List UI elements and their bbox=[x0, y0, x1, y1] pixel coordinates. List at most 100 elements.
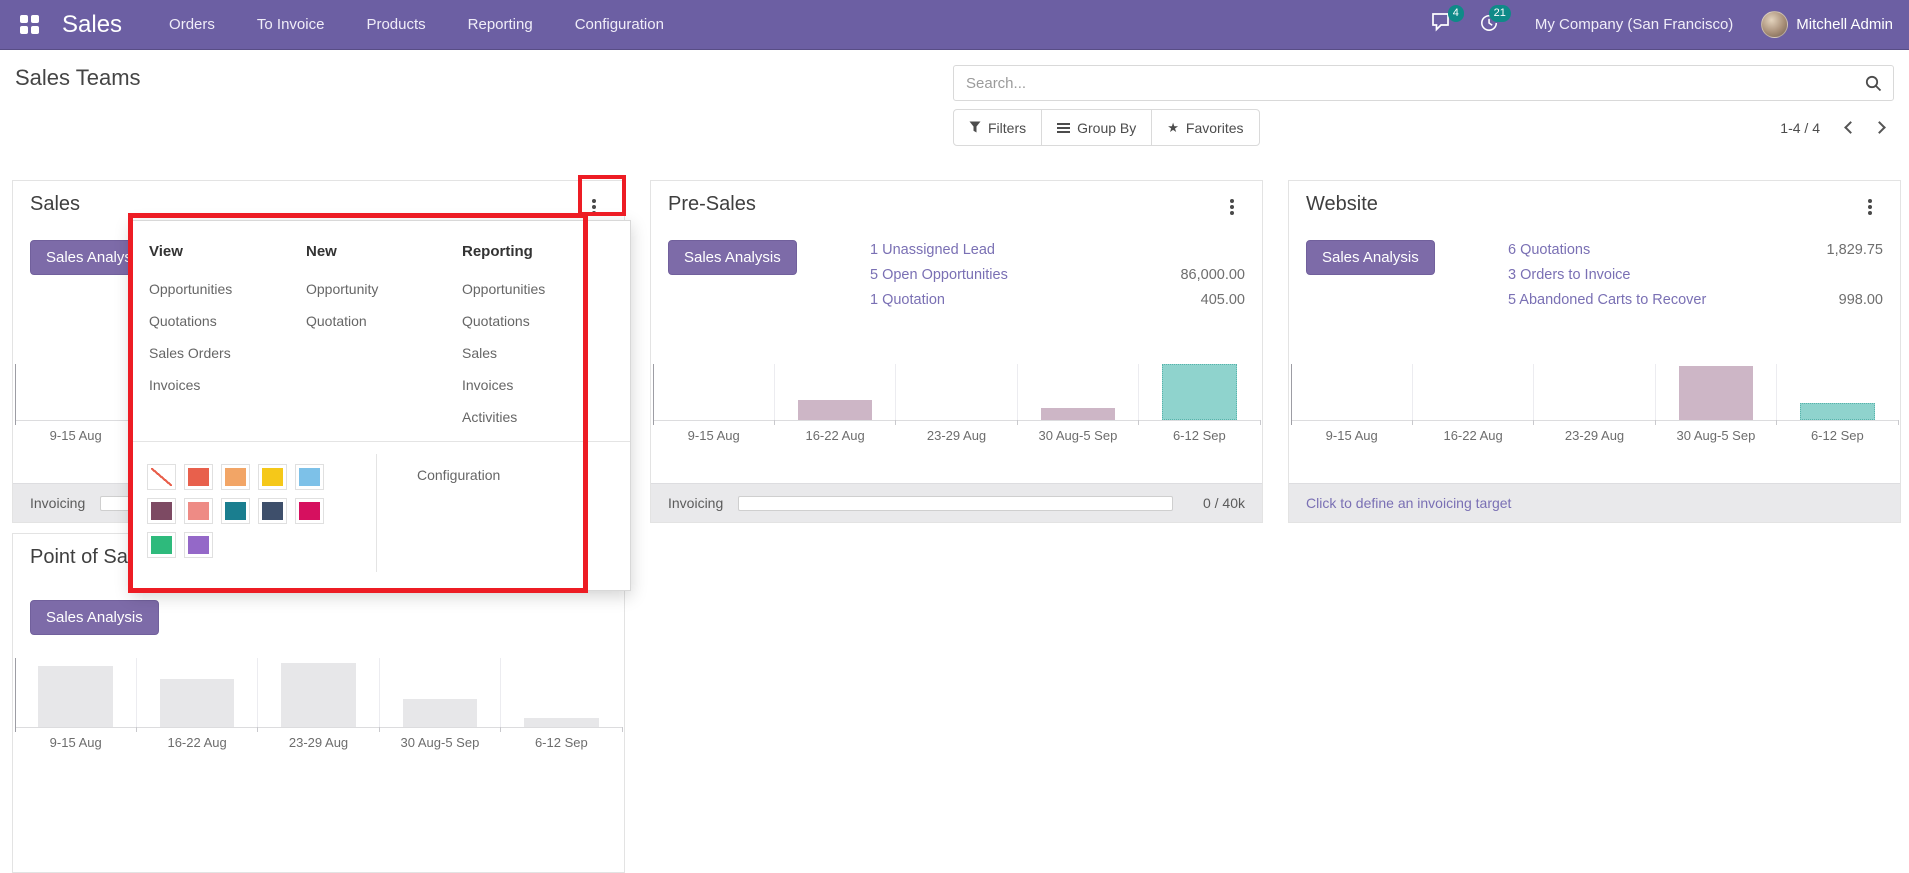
menu-to-invoice[interactable]: To Invoice bbox=[236, 0, 346, 50]
chart-column[interactable] bbox=[258, 658, 380, 732]
chart-column[interactable] bbox=[1291, 364, 1413, 425]
chart-column[interactable] bbox=[1018, 364, 1140, 425]
chart-column[interactable] bbox=[775, 364, 897, 425]
color-swatch-navy[interactable] bbox=[258, 498, 287, 524]
chart-bar bbox=[1800, 403, 1876, 420]
menu-item-reporting-opportunities[interactable]: Opportunities bbox=[462, 273, 612, 305]
pager-previous-button[interactable] bbox=[1836, 115, 1865, 140]
menu-item-new-opportunity[interactable]: Opportunity bbox=[306, 273, 456, 305]
chart-column[interactable] bbox=[501, 658, 623, 732]
menu-column-new: New Opportunity Quotation bbox=[306, 243, 456, 337]
chart-week-label: 23-29 Aug bbox=[288, 735, 349, 750]
sales-analysis-button[interactable]: Sales Analysis bbox=[30, 600, 159, 635]
chart-week-label: 6-12 Sep bbox=[1172, 428, 1226, 443]
apps-grid-icon[interactable] bbox=[20, 14, 40, 35]
user-menu[interactable]: Mitchell Admin bbox=[1761, 11, 1893, 38]
abandoned-carts-link[interactable]: 5 Abandoned Carts to Recover bbox=[1508, 292, 1706, 308]
swatch-fill bbox=[188, 468, 209, 486]
pos-weekly-chart: 9-15 Aug 16-22 Aug 23-29 Aug 30 Aug-5 Sep 6-… bbox=[15, 658, 623, 750]
chart-column[interactable] bbox=[15, 364, 137, 425]
card-menu-kebab-icon[interactable] bbox=[584, 193, 604, 221]
chart-column[interactable] bbox=[653, 364, 775, 425]
menu-item-new-quotation[interactable]: Quotation bbox=[306, 305, 456, 337]
open-opportunities-link[interactable]: 5 Open Opportunities bbox=[870, 267, 1008, 283]
quotations-link[interactable]: 1 Quotation bbox=[870, 292, 945, 308]
menu-item-configuration[interactable]: Configuration bbox=[417, 467, 500, 483]
menu-item-reporting-sales[interactable]: Sales bbox=[462, 337, 612, 369]
quotations-link[interactable]: 6 Quotations bbox=[1508, 242, 1590, 258]
filters-button[interactable]: Filters bbox=[953, 109, 1043, 146]
app-title[interactable]: Sales bbox=[62, 11, 122, 39]
chart-column[interactable] bbox=[1656, 364, 1778, 425]
chart-column[interactable] bbox=[1777, 364, 1899, 425]
chart-column[interactable] bbox=[1413, 364, 1535, 425]
menu-item-view-quotations[interactable]: Quotations bbox=[149, 305, 299, 337]
color-swatch-salmon[interactable] bbox=[184, 498, 213, 524]
chart-column[interactable] bbox=[1139, 364, 1261, 425]
menu-item-view-opportunities[interactable]: Opportunities bbox=[149, 273, 299, 305]
messages-button[interactable]: 4 bbox=[1419, 4, 1466, 43]
color-swatch-light-blue[interactable] bbox=[295, 464, 324, 490]
define-invoicing-target-link[interactable]: Click to define an invoicing target bbox=[1306, 495, 1511, 511]
chart-column[interactable] bbox=[380, 658, 502, 732]
sales-analysis-button[interactable]: Sales Analysis bbox=[1306, 240, 1435, 275]
swatch-fill bbox=[262, 468, 283, 486]
color-swatch-yellow[interactable] bbox=[258, 464, 287, 490]
menu-item-reporting-activities[interactable]: Activities bbox=[462, 401, 612, 433]
user-avatar bbox=[1761, 11, 1789, 38]
invoicing-progress-bar[interactable] bbox=[738, 495, 1174, 511]
menu-header-reporting: Reporting bbox=[462, 243, 533, 260]
color-swatch-magenta[interactable] bbox=[295, 498, 324, 524]
group-by-button[interactable]: Group By bbox=[1041, 109, 1153, 146]
chart-week-label: 9-15 Aug bbox=[1325, 428, 1378, 443]
color-swatch-purple[interactable] bbox=[184, 532, 213, 558]
chart-column[interactable] bbox=[15, 658, 137, 732]
color-swatch-teal[interactable] bbox=[221, 498, 250, 524]
chart-column[interactable] bbox=[137, 658, 259, 732]
chart-week-label: 30 Aug-5 Sep bbox=[1676, 428, 1756, 443]
chart-column[interactable] bbox=[1534, 364, 1656, 425]
swatch-fill bbox=[188, 502, 209, 520]
company-switcher[interactable]: My Company (San Francisco) bbox=[1535, 16, 1733, 33]
chart-week-label: 23-29 Aug bbox=[1564, 428, 1625, 443]
menu-orders[interactable]: Orders bbox=[148, 0, 236, 50]
orders-to-invoice-link[interactable]: 3 Orders to Invoice bbox=[1508, 267, 1631, 283]
menu-item-reporting-invoices[interactable]: Invoices bbox=[462, 369, 612, 401]
menu-reporting[interactable]: Reporting bbox=[447, 0, 554, 50]
menu-item-view-invoices[interactable]: Invoices bbox=[149, 369, 299, 401]
search-options: Filters Group By ★ Favorites bbox=[953, 109, 1260, 146]
swatch-fill bbox=[225, 468, 246, 486]
card-menu-kebab-icon[interactable] bbox=[1860, 193, 1880, 221]
activities-button[interactable]: 21 bbox=[1466, 4, 1513, 43]
menu-products[interactable]: Products bbox=[345, 0, 446, 50]
menu-item-view-sales-orders[interactable]: Sales Orders bbox=[149, 337, 299, 369]
chart-bar bbox=[402, 699, 478, 727]
menu-configuration[interactable]: Configuration bbox=[554, 0, 685, 50]
card-menu-kebab-icon[interactable] bbox=[1222, 193, 1242, 221]
menu-header-view: View bbox=[149, 243, 183, 260]
swatch-fill bbox=[151, 468, 172, 486]
search-input[interactable] bbox=[954, 74, 1854, 92]
invoicing-label: Invoicing bbox=[668, 495, 724, 511]
favorites-button[interactable]: ★ Favorites bbox=[1151, 109, 1260, 146]
color-swatch-green[interactable] bbox=[147, 532, 176, 558]
color-swatch-no-color[interactable] bbox=[147, 464, 176, 490]
chart-week-label: 30 Aug-5 Sep bbox=[400, 735, 480, 750]
chart-bar bbox=[1162, 364, 1238, 420]
kanban-card-website: Website Sales Analysis 6 Quotations 1,82… bbox=[1288, 180, 1901, 523]
search-bar bbox=[953, 65, 1894, 101]
chart-bar bbox=[797, 399, 873, 420]
search-icon[interactable] bbox=[1854, 75, 1893, 92]
color-swatch-red[interactable] bbox=[184, 464, 213, 490]
sales-analysis-button[interactable]: Sales Analysis bbox=[668, 240, 797, 275]
menu-item-reporting-quotations[interactable]: Quotations bbox=[462, 305, 612, 337]
unassigned-leads-link[interactable]: 1 Unassigned Lead bbox=[870, 242, 995, 258]
menu-header-new: New bbox=[306, 243, 337, 260]
pager-next-button[interactable] bbox=[1865, 115, 1894, 140]
stat-row: 1 Unassigned Lead bbox=[870, 237, 1245, 262]
chart-column[interactable] bbox=[896, 364, 1018, 425]
app-menu: Orders To Invoice Products Reporting Con… bbox=[148, 0, 685, 50]
color-swatch-dark-maroon[interactable] bbox=[147, 498, 176, 524]
messages-icon bbox=[1432, 12, 1453, 36]
color-swatch-orange[interactable] bbox=[221, 464, 250, 490]
